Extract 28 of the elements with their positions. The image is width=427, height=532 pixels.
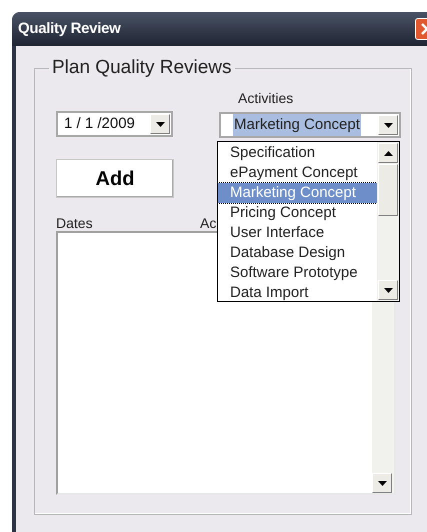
down-arrow-icon	[384, 288, 392, 292]
dropdown-option[interactable]: Database Design	[218, 243, 377, 263]
activities-combo[interactable]: Marketing Concept	[219, 112, 401, 138]
dropdown-option[interactable]: Software Prototype	[218, 263, 377, 283]
scroll-down-button[interactable]	[378, 280, 398, 300]
dropdown-option[interactable]: Specification	[218, 143, 377, 163]
column-header: Ac	[200, 216, 216, 230]
activities-label: Activities	[238, 89, 294, 107]
up-arrow-icon	[384, 150, 392, 156]
add-button[interactable]: Add	[56, 159, 174, 198]
date-picker[interactable]: 1 / 1 /2009	[56, 111, 173, 137]
dropdown-button[interactable]	[150, 114, 170, 134]
scroll-down-button[interactable]	[372, 473, 392, 493]
down-arrow-icon	[156, 122, 164, 126]
down-arrow-icon	[384, 122, 392, 128]
scroll-thumb[interactable]	[378, 164, 398, 216]
dropdown-button[interactable]	[378, 115, 398, 135]
group-title: Plan Quality Reviews	[49, 56, 235, 80]
scrollbar[interactable]	[377, 142, 399, 301]
down-arrow-icon	[378, 480, 386, 486]
dropdown-option[interactable]: Data Import	[218, 283, 377, 303]
column-header: Dates	[56, 216, 94, 230]
dropdown-option[interactable]: ePayment Concept	[218, 163, 377, 183]
combo-value: Marketing Concept	[233, 114, 361, 136]
dropdown-option[interactable]: Pricing Concept	[218, 203, 377, 223]
window-title: Quality Review	[18, 18, 121, 39]
dropdown-option[interactable]: User Interface	[218, 223, 377, 243]
scroll-up-button[interactable]	[378, 143, 398, 163]
